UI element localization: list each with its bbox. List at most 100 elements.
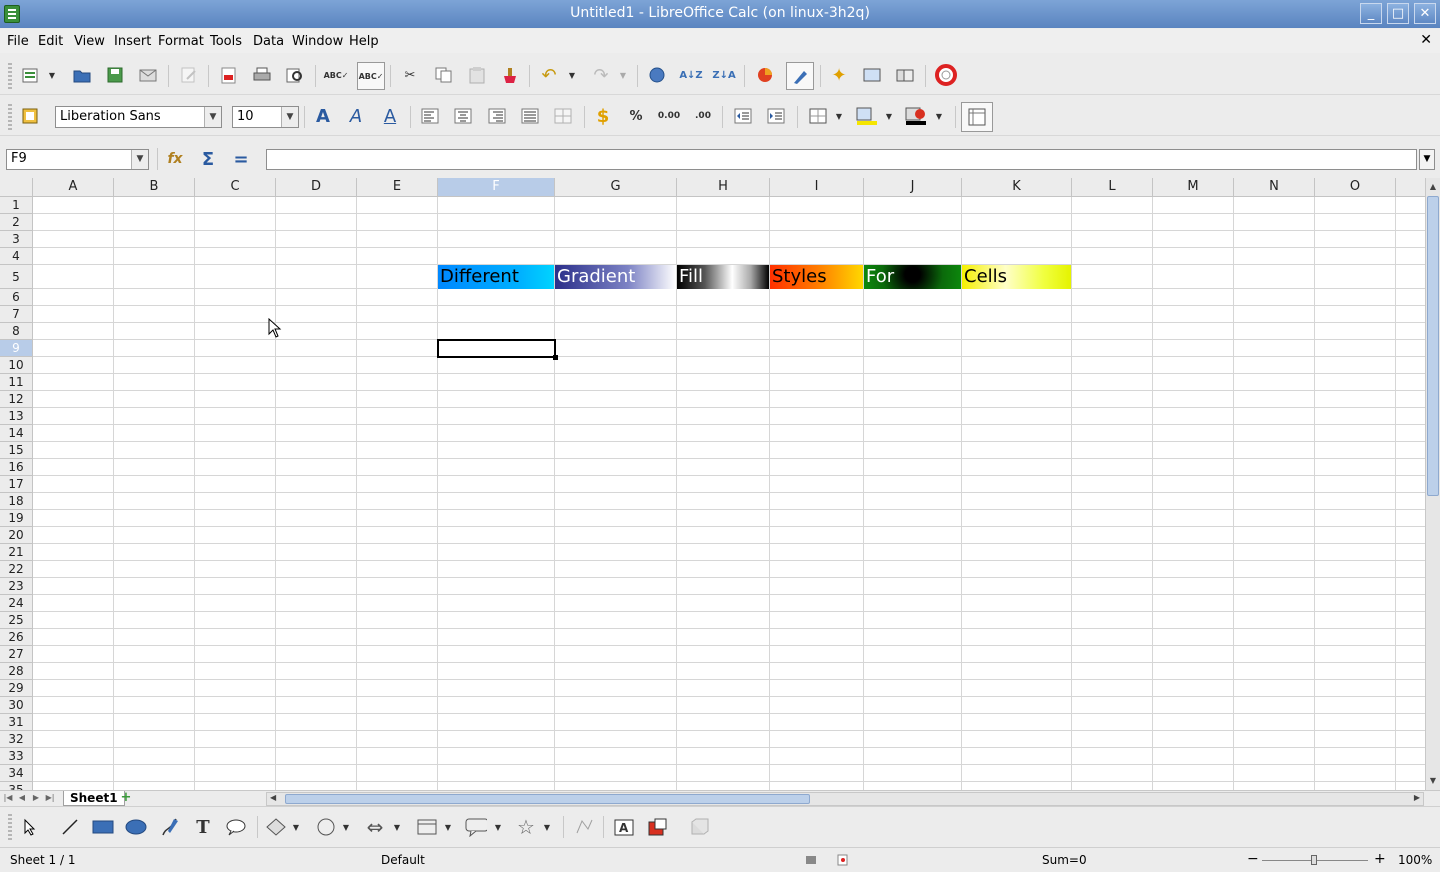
row-header-8[interactable]: 8 — [0, 323, 33, 340]
sort-descending-icon[interactable]: Z↓A — [712, 64, 735, 86]
paste-icon[interactable] — [466, 64, 488, 86]
undo-dropdown-icon[interactable]: ▼ — [566, 64, 578, 86]
select-arrow-icon[interactable] — [19, 816, 41, 838]
row-header-33[interactable]: 33 — [0, 748, 33, 765]
column-header-d[interactable]: D — [276, 178, 357, 197]
zoom-out-icon[interactable]: − — [1247, 851, 1259, 867]
row-header-19[interactable]: 19 — [0, 510, 33, 527]
percent-format-icon[interactable]: % — [625, 105, 647, 127]
add-decimal-icon[interactable]: .00 — [692, 105, 714, 127]
column-header-i[interactable]: I — [770, 178, 864, 197]
basic-shapes-dropdown-icon[interactable]: ▼ — [290, 816, 302, 838]
data-sources-icon[interactable] — [894, 64, 916, 86]
block-arrows-icon[interactable]: ⇔ — [364, 815, 386, 839]
font-color-icon[interactable] — [905, 105, 927, 127]
flowchart-icon[interactable] — [416, 816, 438, 838]
row-header-28[interactable]: 28 — [0, 663, 33, 680]
print-preview-icon[interactable] — [284, 64, 306, 86]
row-header-32[interactable]: 32 — [0, 731, 33, 748]
row-header-22[interactable]: 22 — [0, 561, 33, 578]
show-draw-functions-icon[interactable] — [786, 62, 814, 90]
close-window-button[interactable]: ✕ — [1414, 3, 1436, 24]
hyperlink-icon[interactable] — [646, 64, 668, 86]
gallery-icon[interactable] — [861, 64, 883, 86]
bold-icon[interactable]: A — [312, 105, 334, 127]
row-header-18[interactable]: 18 — [0, 493, 33, 510]
borders-icon[interactable] — [807, 105, 829, 127]
row-header-16[interactable]: 16 — [0, 459, 33, 476]
block-arrows-dropdown-icon[interactable]: ▼ — [391, 816, 403, 838]
line-icon[interactable] — [59, 816, 81, 838]
ellipse-icon[interactable] — [125, 816, 147, 838]
selection-mode-icon[interactable] — [805, 854, 817, 868]
row-header-11[interactable]: 11 — [0, 374, 33, 391]
copy-icon[interactable] — [433, 64, 455, 86]
open-folder-icon[interactable] — [71, 64, 93, 86]
column-header-e[interactable]: E — [357, 178, 438, 197]
add-sheet-icon[interactable]: + — [119, 791, 133, 805]
styles-formatting-icon[interactable] — [19, 105, 41, 127]
last-sheet-icon[interactable]: ▶| — [44, 793, 56, 805]
callouts-dropdown-icon[interactable]: ▼ — [492, 816, 504, 838]
row-header-12[interactable]: 12 — [0, 391, 33, 408]
row-header-14[interactable]: 14 — [0, 425, 33, 442]
currency-format-icon[interactable]: $ — [592, 105, 614, 127]
symbol-shapes-icon[interactable] — [315, 816, 337, 838]
row-header-20[interactable]: 20 — [0, 527, 33, 544]
sheet-tab-sheet1[interactable]: Sheet1 — [63, 791, 125, 806]
column-header-g[interactable]: G — [555, 178, 677, 197]
print-icon[interactable] — [251, 64, 273, 86]
sum-display[interactable]: Sum=0 — [1042, 853, 1087, 867]
align-center-icon[interactable] — [452, 105, 474, 127]
name-box[interactable]: F9 ▼ — [6, 149, 149, 170]
row-header-15[interactable]: 15 — [0, 442, 33, 459]
increase-indent-icon[interactable] — [765, 105, 787, 127]
font-color-dropdown-icon[interactable]: ▼ — [933, 105, 945, 127]
decrease-indent-icon[interactable] — [732, 105, 754, 127]
insert-chart-icon[interactable] — [754, 64, 776, 86]
autospellcheck-icon[interactable]: ABC✓ — [357, 62, 385, 90]
row-header-13[interactable]: 13 — [0, 408, 33, 425]
cut-icon[interactable]: ✂ — [399, 64, 421, 86]
row-header-4[interactable]: 4 — [0, 248, 33, 265]
row-header-26[interactable]: 26 — [0, 629, 33, 646]
row-header-27[interactable]: 27 — [0, 646, 33, 663]
maximize-button[interactable]: □ — [1387, 3, 1409, 24]
new-dropdown-icon[interactable]: ▼ — [46, 64, 58, 86]
cell-k5[interactable]: Cells — [962, 265, 1071, 289]
cell-f5[interactable]: Different — [438, 265, 554, 289]
selected-cell-f9[interactable] — [437, 339, 556, 358]
row-header-30[interactable]: 30 — [0, 697, 33, 714]
select-all-corner[interactable] — [0, 178, 33, 197]
menu-help[interactable]: Help — [349, 34, 379, 49]
column-header-c[interactable]: C — [195, 178, 276, 197]
zoom-in-icon[interactable]: + — [1374, 851, 1386, 867]
email-icon[interactable] — [137, 64, 159, 86]
save-icon[interactable] — [104, 64, 126, 86]
callout-icon[interactable] — [225, 816, 247, 838]
toolbar-grip[interactable] — [8, 104, 12, 130]
toolbar-grip[interactable] — [8, 63, 12, 89]
row-header-29[interactable]: 29 — [0, 680, 33, 697]
sort-ascending-icon[interactable]: A↓Z — [679, 64, 702, 86]
zoom-slider-knob[interactable] — [1311, 855, 1317, 865]
row-header-25[interactable]: 25 — [0, 612, 33, 629]
fill-handle[interactable] — [553, 355, 558, 360]
standard-format-icon[interactable]: 0.00 — [658, 105, 680, 127]
help-icon[interactable] — [935, 64, 957, 86]
menu-edit[interactable]: Edit — [38, 34, 63, 49]
chevron-down-icon[interactable]: ▼ — [281, 107, 298, 127]
column-header-f[interactable]: F — [438, 178, 555, 197]
row-header-10[interactable]: 10 — [0, 357, 33, 374]
freeform-line-icon[interactable] — [159, 816, 181, 838]
extrusion-icon[interactable] — [688, 816, 710, 838]
redo-icon[interactable]: ↷ — [590, 64, 612, 86]
row-header-23[interactable]: 23 — [0, 578, 33, 595]
function-wizard-icon[interactable]: fx — [164, 148, 186, 170]
menu-file[interactable]: File — [7, 34, 29, 49]
italic-icon[interactable]: A — [345, 105, 367, 127]
cell-h5[interactable]: Fill — [677, 265, 769, 289]
merge-cells-icon[interactable] — [552, 105, 574, 127]
column-header-k[interactable]: K — [962, 178, 1072, 197]
prev-sheet-icon[interactable]: ◀ — [16, 793, 28, 805]
